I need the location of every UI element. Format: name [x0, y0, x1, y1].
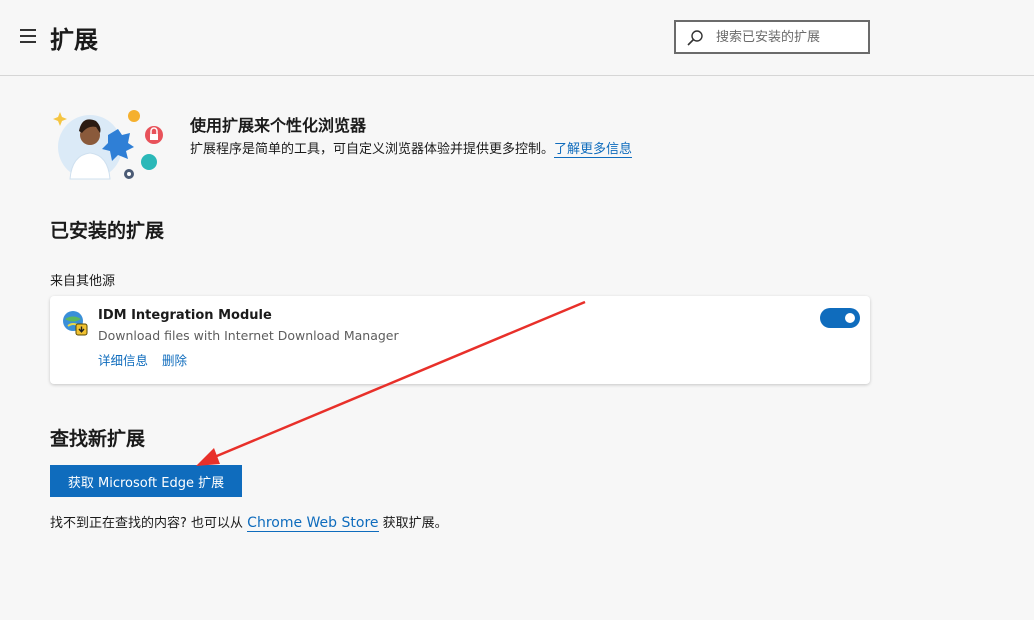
search-input[interactable]: [716, 26, 861, 48]
extension-description: Download files with Internet Download Ma…: [98, 328, 399, 343]
idm-extension-icon: [63, 311, 88, 336]
source-label: 来自其他源: [50, 274, 116, 289]
alt-source-prefix: 找不到正在查找的内容? 也可以从: [50, 516, 248, 531]
installed-heading: 已安装的扩展: [50, 220, 165, 242]
search-box[interactable]: [674, 20, 870, 54]
chrome-web-store-link[interactable]: Chrome Web Store: [247, 515, 379, 532]
extensions-illustration-icon: [53, 110, 163, 180]
remove-link[interactable]: 删除: [162, 350, 187, 369]
get-edge-extensions-button[interactable]: 获取 Microsoft Edge 扩展: [50, 465, 242, 497]
alt-source-suffix: 获取扩展。: [378, 516, 448, 531]
intro-description-text: 扩展程序是简单的工具，可自定义浏览器体验并提供更多控制。: [190, 142, 555, 157]
page-header: 扩展: [0, 0, 1034, 76]
learn-more-link[interactable]: 了解更多信息: [554, 142, 633, 158]
extension-name: IDM Integration Module: [98, 308, 272, 323]
toggle-knob: [845, 313, 855, 323]
page-title: 扩展: [50, 26, 98, 54]
find-heading: 查找新扩展: [50, 428, 146, 450]
details-link[interactable]: 详细信息: [98, 350, 148, 369]
menu-icon[interactable]: [20, 29, 36, 43]
search-icon: [687, 30, 703, 46]
intro-description: 扩展程序是简单的工具，可自定义浏览器体验并提供更多控制。了解更多信息: [190, 138, 633, 158]
alt-source-text: 找不到正在查找的内容? 也可以从 Chrome Web Store 获取扩展。: [50, 512, 448, 532]
extension-toggle[interactable]: [820, 308, 860, 328]
intro-title: 使用扩展来个性化浏览器: [190, 116, 367, 135]
extension-card: IDM Integration Module Download files wi…: [50, 296, 870, 384]
